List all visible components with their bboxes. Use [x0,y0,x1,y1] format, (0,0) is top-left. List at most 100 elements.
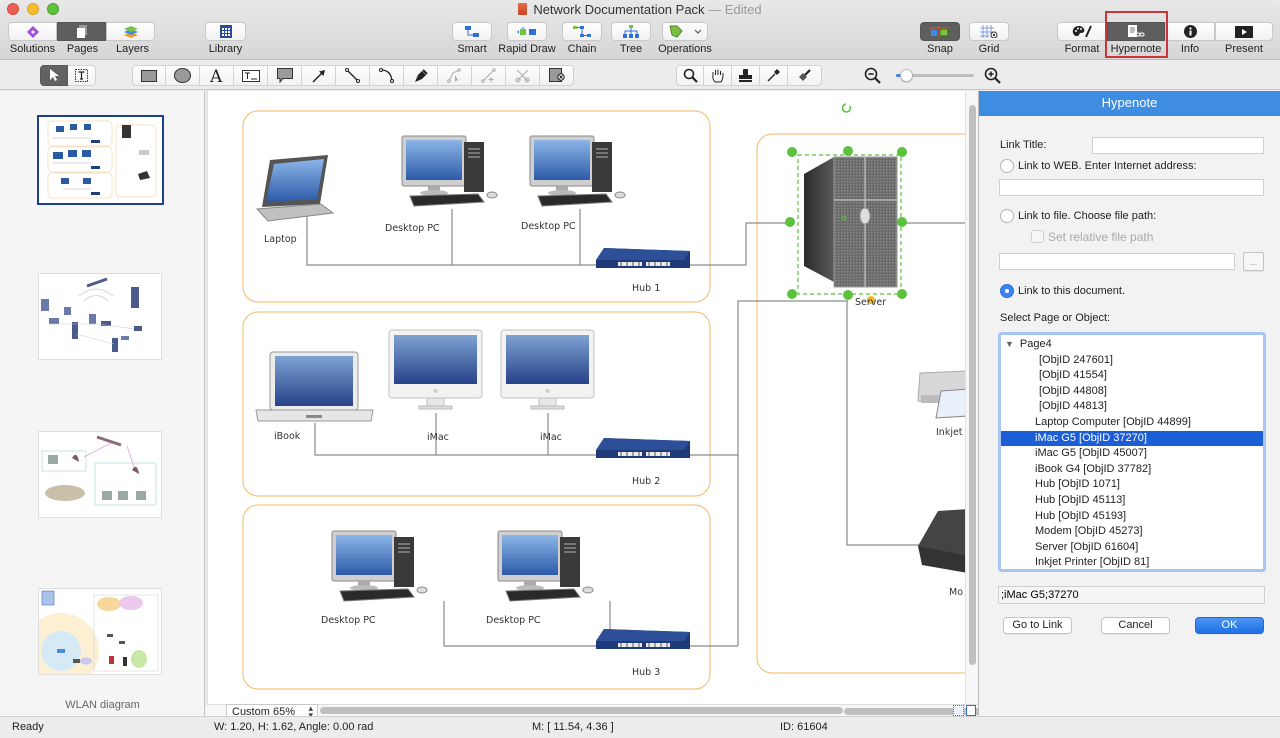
container-tool[interactable] [540,65,574,86]
rapid-draw-group [507,22,547,41]
tree-item[interactable]: Hub [ObjID 45193] [1001,509,1263,525]
line-tool[interactable] [336,65,370,86]
zoom-control [862,65,1007,87]
object-tree-list[interactable]: ▼ Page4 [ObjID 247601] [ObjID 41554] [ObjID… [998,332,1266,572]
status-text: Ready [12,721,44,733]
pages-icon [76,24,87,38]
desktop-pc-device[interactable] [401,135,498,207]
page-thumbnail[interactable] [38,273,162,360]
page-thumbnail[interactable] [38,588,162,675]
file-path-input[interactable] [999,253,1235,270]
vertical-scrollbar[interactable] [965,91,978,704]
fit-page-icon[interactable] [953,705,964,716]
pointer-tool[interactable] [40,65,68,86]
tree-item[interactable]: Hub [ObjID 1071] [1001,477,1263,493]
actual-size-icon[interactable] [966,705,976,716]
tree-item[interactable]: iBook G4 [ObjID 37782] [1001,462,1263,478]
hub-device[interactable] [595,247,691,269]
rapid-draw-button[interactable] [507,22,547,41]
format-button[interactable] [1057,22,1107,41]
arc-tool[interactable] [370,65,404,86]
browse-file-button[interactable]: ... [1243,252,1264,271]
desktop-pc-device[interactable] [331,530,428,602]
tree-item[interactable]: [ObjID 247601] [1001,353,1263,369]
rectangle-tool[interactable] [132,65,166,86]
info-button[interactable] [1165,22,1215,41]
format-painter-tool[interactable] [788,65,822,86]
relative-path-checkbox[interactable] [1031,230,1044,243]
chain-button[interactable] [562,22,602,41]
grid-button[interactable] [969,22,1009,41]
zoom-slider-thumb[interactable] [900,69,914,82]
zoom-out-icon[interactable] [864,67,882,85]
layers-button[interactable] [106,22,155,41]
laptop-device[interactable] [255,155,335,222]
text-select-tool[interactable] [68,65,96,86]
cancel-button[interactable]: Cancel [1101,617,1170,634]
cut-point-tool[interactable] [506,65,540,86]
hub-device[interactable] [595,437,691,459]
stamp-tool[interactable] [732,65,760,86]
library-button[interactable] [205,22,246,41]
tree-item[interactable]: iMac G5 [ObjID 45007] [1001,446,1263,462]
link-value-field[interactable] [998,586,1265,604]
pages-button[interactable] [57,22,106,41]
ok-button[interactable]: OK [1195,617,1264,634]
solutions-button[interactable] [8,22,57,41]
eyedropper-tool[interactable] [760,65,788,86]
link-web-radio[interactable] [1000,159,1014,173]
go-to-link-button[interactable]: Go to Link [1003,617,1072,634]
pan-tool[interactable] [704,65,732,86]
vertical-scroll-thumb[interactable] [969,105,976,665]
link-title-input[interactable] [1092,137,1264,154]
ellipse-tool[interactable] [166,65,200,86]
tree-item[interactable]: Server [ObjID 61604] [1001,540,1263,556]
hub-device[interactable] [595,628,691,650]
ibook-device[interactable] [255,351,374,422]
present-button[interactable] [1215,22,1273,41]
page-caption: WLAN diagram [65,699,140,711]
tree-root-item[interactable]: ▼ Page4 [1001,337,1263,353]
edit-points-tool[interactable] [438,65,472,86]
desktop-pc-device[interactable] [529,135,626,207]
tree-item[interactable]: iMac G5 [ObjID 37270] [1001,430,1263,447]
add-point-icon [481,68,496,83]
imac-device[interactable] [388,329,483,410]
link-document-radio[interactable] [1000,284,1014,298]
zoom-tool[interactable] [676,65,704,86]
tree-item[interactable]: Inkjet Printer [ObjID 81] [1001,555,1263,569]
server-device[interactable] [804,156,898,288]
link-file-radio[interactable] [1000,209,1014,223]
smart-button[interactable] [452,22,492,41]
disclosure-triangle-icon[interactable]: ▼ [1005,339,1014,349]
text-frame-icon [75,69,88,82]
ellipse-icon [174,68,191,83]
callout-tool[interactable] [268,65,302,86]
tree-item[interactable]: [ObjID 44813] [1001,399,1263,415]
add-point-tool[interactable] [472,65,506,86]
arrow-tool[interactable] [302,65,336,86]
operations-button[interactable] [662,22,708,41]
desktop-pc-device[interactable] [497,530,594,602]
pen-tool[interactable] [404,65,438,86]
tree-item[interactable]: Hub [ObjID 45113] [1001,493,1263,509]
page-thumbnail[interactable] [38,431,162,518]
page-thumbnail[interactable] [37,115,164,205]
drawing-canvas[interactable]: Laptop Desktop PC Desktop PC Hub 1 iBook… [208,91,965,704]
horizontal-scroll-thumb[interactable] [320,707,843,714]
zoom-slider[interactable] [896,69,974,82]
modem-device[interactable] [918,509,965,573]
tree-item[interactable]: Laptop Computer [ObjID 44899] [1001,415,1263,431]
tree-button[interactable] [611,22,651,41]
zoom-in-icon[interactable] [984,67,1002,85]
text-box-tool[interactable] [234,65,268,86]
snap-button[interactable] [920,22,960,41]
tree-item[interactable]: [ObjID 44808] [1001,384,1263,400]
text-tool[interactable]: A [200,65,234,86]
inkjet-printer-device[interactable] [917,370,965,419]
tree-item[interactable]: [ObjID 41554] [1001,368,1263,384]
tree-item[interactable]: Modem [ObjID 45273] [1001,524,1263,540]
present-icon [1235,25,1253,38]
web-address-input[interactable] [999,179,1264,196]
imac-device[interactable] [500,329,595,410]
